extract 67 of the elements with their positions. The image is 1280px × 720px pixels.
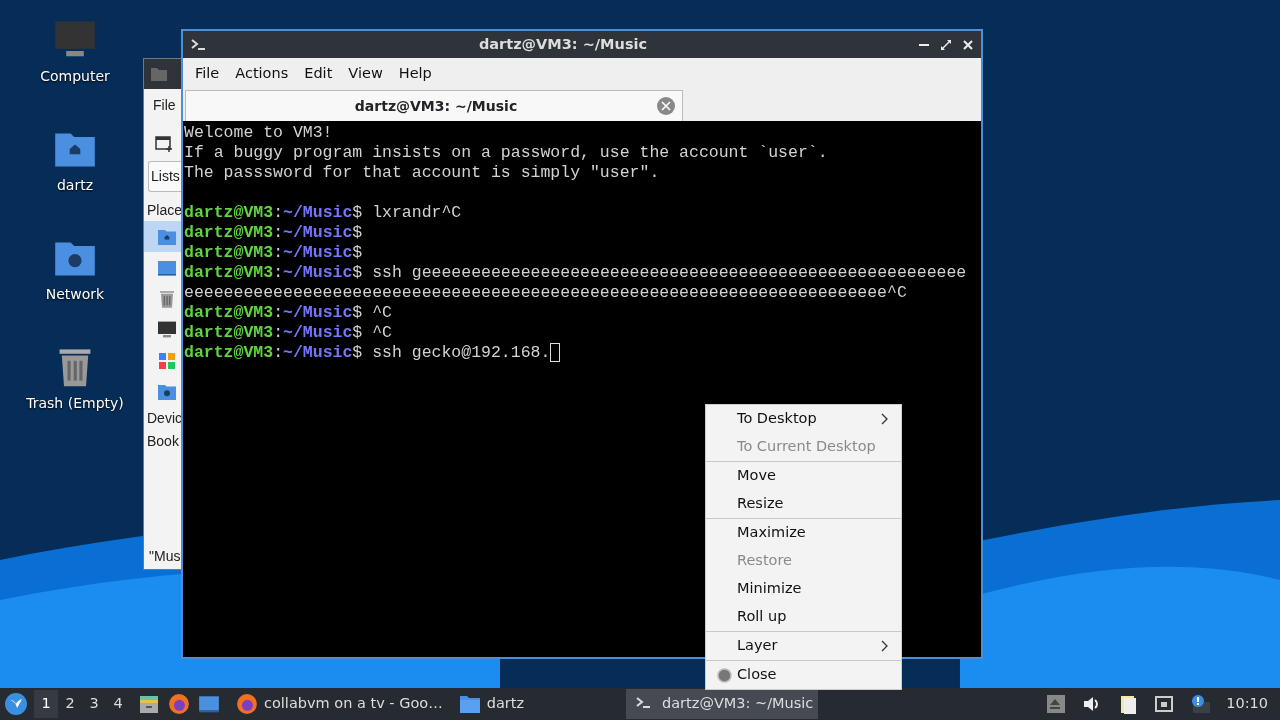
desktop-icon[interactable] <box>198 693 220 715</box>
workspace-button[interactable]: 1 <box>34 690 58 718</box>
menu-item[interactable]: To Desktop <box>706 405 901 433</box>
taskbar-button[interactable]: collabvm on a tv - Goo… <box>228 689 451 719</box>
menu-item[interactable]: Move <box>706 462 901 490</box>
terminal-line: If a buggy program insists on a password, use the account `user`. <box>184 143 828 163</box>
apps-icon <box>157 350 177 371</box>
menu-item[interactable]: Close <box>706 661 901 689</box>
firefox-icon[interactable] <box>168 693 190 715</box>
network-icon[interactable] <box>1154 694 1175 714</box>
menu-item[interactable]: Actions <box>227 60 297 87</box>
chevron-icon <box>881 640 889 652</box>
tab-close-icon[interactable] <box>656 96 676 116</box>
monitor-icon <box>157 319 177 340</box>
menu-item[interactable]: Minimize <box>706 575 901 603</box>
menu-item[interactable]: Help <box>390 60 440 87</box>
icon-label: Trash (Empty) <box>26 394 124 413</box>
icon-label: Network <box>45 285 105 304</box>
clock: 10:10 <box>1226 694 1268 714</box>
icon-label: dartz <box>56 176 94 195</box>
menu-item[interactable]: Maximize <box>706 519 901 547</box>
file-cabinet-icon[interactable] <box>138 693 160 715</box>
terminal-tab[interactable]: dartz@VM3: ~/Music <box>185 90 683 121</box>
terminal-line: dartz@VM3:~/Music$ <box>184 223 363 243</box>
firefox-icon <box>236 693 258 715</box>
menu-item[interactable]: View <box>340 60 391 87</box>
terminal-line: dartz@VM3:~/Music$ ssh geeeeeeeeeeeeeeeeeeeeeeeeeeeeeeeeeeeeeeeeeeeeeeeeeeeeeee <box>184 263 967 283</box>
terminal-line: dartz@VM3:~/Music$ <box>184 243 363 263</box>
eject-icon[interactable] <box>1046 694 1067 714</box>
folder-icon <box>150 66 168 82</box>
status-text: "Mus <box>148 547 181 566</box>
menu-item[interactable]: Edit <box>296 60 341 87</box>
taskbar-button[interactable]: dartz@VM3: ~/Music <box>626 689 819 719</box>
menu-item[interactable]: Resize <box>706 490 901 518</box>
terminal-line: Welcome to VM3! <box>184 123 333 143</box>
text-cursor <box>550 343 561 362</box>
chevron-icon <box>881 413 889 425</box>
view-tab[interactable]: Lists <box>148 161 184 192</box>
terminal-line: dartz@VM3:~/Music$ ssh gecko@192.168. <box>184 343 561 363</box>
terminal-line: dartz@VM3:~/Music$ ^C <box>184 303 392 323</box>
folder-icon <box>458 693 481 715</box>
notification-icon[interactable] <box>1190 694 1211 714</box>
workspace-button[interactable]: 2 <box>58 690 82 718</box>
window-title: dartz@VM3: ~/Music <box>477 34 649 54</box>
menu-item[interactable]: File <box>144 89 184 123</box>
terminal-line: dartz@VM3:~/Music$ ^C <box>184 323 392 343</box>
section-heading: Book <box>146 432 180 451</box>
menu-item[interactable]: Roll up <box>706 603 901 631</box>
close-icon[interactable] <box>961 37 975 52</box>
sidebar-item[interactable] <box>144 221 184 252</box>
start-menu-icon[interactable] <box>4 692 28 716</box>
new-window-icon[interactable] <box>154 133 174 153</box>
icon-label: Computer <box>40 67 110 86</box>
menu-item[interactable]: File <box>187 60 228 87</box>
section-heading: Devic <box>146 409 183 428</box>
workspace-button[interactable]: 4 <box>106 690 130 718</box>
workspace-button[interactable]: 3 <box>82 690 106 718</box>
taskbar-button[interactable]: dartz <box>450 689 533 719</box>
terminal-line: dartz@VM3:~/Music$ lxrandr^C <box>184 203 462 223</box>
terminal-line: The passsword for that account is simply "user". <box>184 163 660 183</box>
notes-icon[interactable] <box>1118 694 1139 714</box>
menu-item[interactable]: Layer <box>706 632 901 660</box>
terminal-line: eeeeeeeeeeeeeeeeeeeeeeeeeeeeeeeeeeeeeeeeeeeeeeeeeeeeeeeeeeeeeeeeeeeeeee^C <box>184 283 907 303</box>
trash-icon <box>157 288 177 309</box>
section-heading: Place <box>146 201 184 220</box>
maximize-icon[interactable] <box>939 37 953 52</box>
radio-icon <box>717 667 732 683</box>
